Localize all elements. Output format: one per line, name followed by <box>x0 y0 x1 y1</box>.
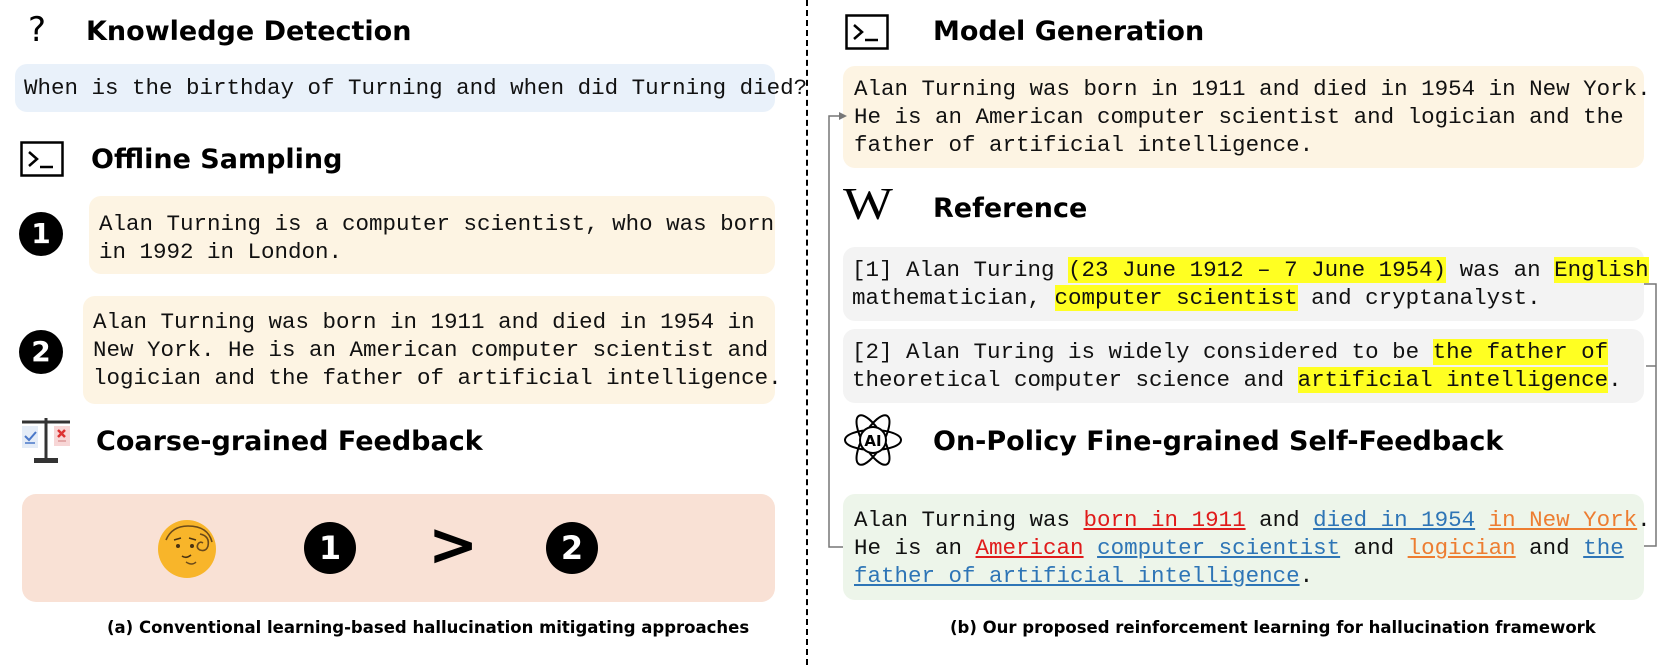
reference-2-text: [2] Alan Turing is widely considered to … <box>852 339 1433 365</box>
generation-line-2: He is an American computer scientist and… <box>854 104 1624 130</box>
feedback-correct-span: computer scientist <box>1097 535 1341 561</box>
feedback-line-2: He is an American computer scientist and… <box>854 534 1624 562</box>
feedback-text <box>1475 507 1489 533</box>
sample-2-line-3: logician and the father of artificial in… <box>93 365 782 391</box>
reference-1-text: [1] Alan Turing <box>852 257 1069 283</box>
feedback-unverified-span: logician <box>1407 535 1516 561</box>
reference-1-box: [1] Alan Turing (23 June 1912 – 7 June 1… <box>843 247 1649 321</box>
model-generation-title: Model Generation <box>933 16 1205 47</box>
reference-title: Reference <box>933 193 1088 224</box>
reference-2-line-2: theoretical computer science and artific… <box>852 366 1622 394</box>
feedback-line-3: father of artificial intelligence. <box>854 562 1313 590</box>
knowledge-detection-title: Knowledge Detection <box>86 16 412 47</box>
reference-2-line-1: [2] Alan Turing is widely considered to … <box>852 338 1609 366</box>
feedback-correct-span: father of artificial intelligence <box>854 563 1300 589</box>
sample-1-line-2: in 1992 in London. <box>99 239 343 265</box>
caption-b: (b) Our proposed reinforcement learning … <box>950 618 1596 637</box>
self-feedback-title: On-Policy Fine-grained Self-Feedback <box>933 426 1504 457</box>
feedback-text: Alan Turning was <box>854 507 1084 533</box>
sample-1-badge: 1 <box>19 212 63 256</box>
reference-1-text: and cryptanalyst. <box>1297 285 1541 311</box>
terminal-icon <box>845 14 889 55</box>
reference-1-text: was an <box>1446 257 1555 283</box>
feedback-correct-span: died in 1954 <box>1313 507 1476 533</box>
reference-1-nationality-highlight: English <box>1554 257 1649 283</box>
rank-first-badge: 1 <box>304 522 356 574</box>
ai-icon-text: AI <box>864 432 881 450</box>
ai-atom-icon: AI <box>843 410 903 475</box>
query-text: When is the birthday of Turning and when… <box>24 75 808 101</box>
reference-1-line-2: mathematician, computer scientist and cr… <box>852 284 1541 312</box>
feedback-unverified-span: in New York <box>1488 507 1638 533</box>
greater-than-symbol: > <box>428 510 479 580</box>
feedback-text: and <box>1515 535 1584 561</box>
coarse-feedback-box: 1 > 2 <box>22 494 775 602</box>
feedback-line-1: Alan Turning was born in 1911 and died i… <box>854 506 1651 534</box>
rank-second-badge: 2 <box>546 522 598 574</box>
question-mark-icon: ? <box>28 10 47 50</box>
feedback-loop-connector <box>828 112 847 548</box>
feedback-incorrect-span: American <box>975 535 1084 561</box>
feedback-text: He is an <box>854 535 976 561</box>
sample-2-badge: 2 <box>19 330 63 374</box>
coarse-feedback-title: Coarse-grained Feedback <box>96 426 483 457</box>
feedback-text: . <box>1299 563 1314 589</box>
reference-2-text: theoretical computer science and <box>852 367 1298 393</box>
feedback-incorrect-span: born in 1911 <box>1083 507 1246 533</box>
terminal-icon <box>20 141 64 182</box>
scale-icon <box>18 414 74 471</box>
caption-a: (a) Conventional learning-based hallucin… <box>107 618 750 637</box>
reference-connector <box>1644 283 1657 547</box>
sample-1-line-1: Alan Turning is a computer scientist, wh… <box>99 211 775 237</box>
reference-2-ai-highlight: artificial intelligence <box>1297 367 1609 393</box>
reference-2-text: . <box>1608 367 1622 393</box>
generation-line-3: father of artificial intelligence. <box>854 132 1314 158</box>
sample-2-line-2: New York. He is an American computer sci… <box>93 337 769 363</box>
sample-2-line-1: Alan Turning was born in 1911 and died i… <box>93 309 755 335</box>
sample-2-box: Alan Turning was born in 1911 and died i… <box>83 296 782 404</box>
feedback-correct-span: the <box>1583 535 1624 561</box>
reference-2-father-highlight: the father of <box>1432 339 1609 365</box>
self-feedback-box: Alan Turning was born in 1911 and died i… <box>843 494 1651 600</box>
offline-sampling-title: Offline Sampling <box>91 144 343 175</box>
confused-face-icon <box>156 518 218 585</box>
feedback-text: and <box>1340 535 1408 561</box>
reference-2-box: [2] Alan Turing is widely considered to … <box>843 329 1644 403</box>
reference-1-dates-highlight: (23 June 1912 – 7 June 1954) <box>1068 257 1447 283</box>
wikipedia-icon: W <box>843 178 893 229</box>
panel-divider <box>806 0 808 665</box>
reference-1-text: mathematician, <box>852 285 1055 311</box>
reference-1-profession-highlight: computer scientist <box>1054 285 1298 311</box>
query-box: When is the birthday of Turning and when… <box>15 64 807 112</box>
generation-line-1: Alan Turning was born in 1911 and died i… <box>854 76 1651 102</box>
sample-1-box: Alan Turning is a computer scientist, wh… <box>89 196 775 274</box>
feedback-text <box>1084 535 1098 561</box>
model-generation-box: Alan Turning was born in 1911 and died i… <box>843 66 1651 168</box>
reference-1-line-1: [1] Alan Turing (23 June 1912 – 7 June 1… <box>852 256 1649 284</box>
feedback-text: and <box>1245 507 1314 533</box>
